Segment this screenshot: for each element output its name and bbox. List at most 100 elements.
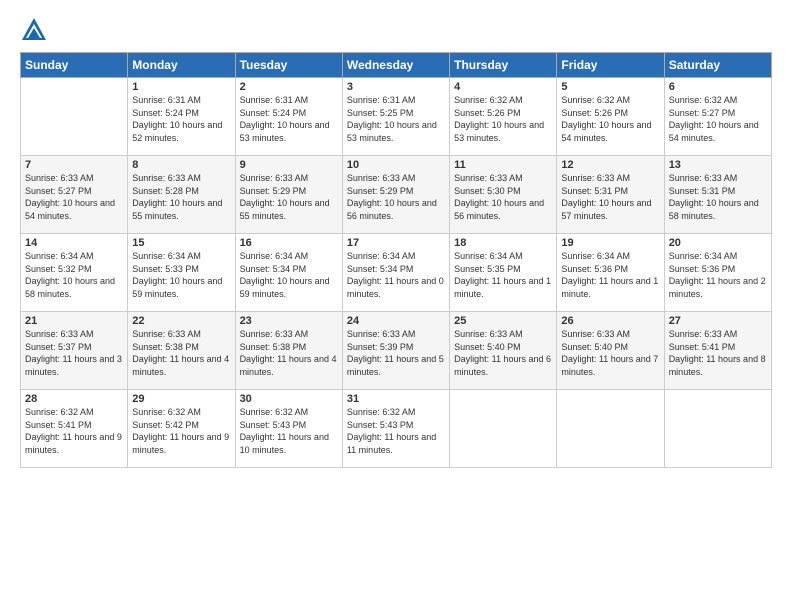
day-number: 9 <box>240 159 338 171</box>
calendar-cell: 29 Sunrise: 6:32 AMSunset: 5:42 PMDaylig… <box>128 390 235 468</box>
day-number: 26 <box>561 315 659 327</box>
day-info: Sunrise: 6:33 AMSunset: 5:40 PMDaylight:… <box>561 328 659 378</box>
day-header-sunday: Sunday <box>21 53 128 78</box>
day-info: Sunrise: 6:33 AMSunset: 5:39 PMDaylight:… <box>347 328 445 378</box>
day-info: Sunrise: 6:32 AMSunset: 5:42 PMDaylight:… <box>132 406 230 456</box>
calendar-cell: 14 Sunrise: 6:34 AMSunset: 5:32 PMDaylig… <box>21 234 128 312</box>
calendar-cell: 8 Sunrise: 6:33 AMSunset: 5:28 PMDayligh… <box>128 156 235 234</box>
calendar-cell <box>450 390 557 468</box>
day-number: 18 <box>454 237 552 249</box>
page: SundayMondayTuesdayWednesdayThursdayFrid… <box>0 0 792 478</box>
calendar-cell: 23 Sunrise: 6:33 AMSunset: 5:38 PMDaylig… <box>235 312 342 390</box>
calendar-cell: 9 Sunrise: 6:33 AMSunset: 5:29 PMDayligh… <box>235 156 342 234</box>
calendar-week-1: 1 Sunrise: 6:31 AMSunset: 5:24 PMDayligh… <box>21 78 772 156</box>
day-number: 14 <box>25 237 123 249</box>
day-info: Sunrise: 6:33 AMSunset: 5:31 PMDaylight:… <box>561 172 659 222</box>
day-info: Sunrise: 6:33 AMSunset: 5:29 PMDaylight:… <box>347 172 445 222</box>
day-number: 4 <box>454 81 552 93</box>
day-number: 7 <box>25 159 123 171</box>
day-info: Sunrise: 6:32 AMSunset: 5:26 PMDaylight:… <box>561 94 659 144</box>
calendar-cell: 24 Sunrise: 6:33 AMSunset: 5:39 PMDaylig… <box>342 312 449 390</box>
day-info: Sunrise: 6:33 AMSunset: 5:29 PMDaylight:… <box>240 172 338 222</box>
day-number: 12 <box>561 159 659 171</box>
day-header-monday: Monday <box>128 53 235 78</box>
calendar-cell: 4 Sunrise: 6:32 AMSunset: 5:26 PMDayligh… <box>450 78 557 156</box>
calendar-cell: 25 Sunrise: 6:33 AMSunset: 5:40 PMDaylig… <box>450 312 557 390</box>
day-number: 30 <box>240 393 338 405</box>
day-number: 5 <box>561 81 659 93</box>
day-info: Sunrise: 6:33 AMSunset: 5:38 PMDaylight:… <box>240 328 338 378</box>
day-info: Sunrise: 6:34 AMSunset: 5:36 PMDaylight:… <box>561 250 659 300</box>
day-number: 6 <box>669 81 767 93</box>
calendar-cell <box>664 390 771 468</box>
day-number: 20 <box>669 237 767 249</box>
calendar-cell: 30 Sunrise: 6:32 AMSunset: 5:43 PMDaylig… <box>235 390 342 468</box>
day-number: 2 <box>240 81 338 93</box>
calendar-cell: 2 Sunrise: 6:31 AMSunset: 5:24 PMDayligh… <box>235 78 342 156</box>
day-number: 21 <box>25 315 123 327</box>
calendar-cell: 16 Sunrise: 6:34 AMSunset: 5:34 PMDaylig… <box>235 234 342 312</box>
day-info: Sunrise: 6:32 AMSunset: 5:26 PMDaylight:… <box>454 94 552 144</box>
day-header-friday: Friday <box>557 53 664 78</box>
day-number: 29 <box>132 393 230 405</box>
calendar-cell: 12 Sunrise: 6:33 AMSunset: 5:31 PMDaylig… <box>557 156 664 234</box>
calendar-cell: 13 Sunrise: 6:33 AMSunset: 5:31 PMDaylig… <box>664 156 771 234</box>
day-number: 3 <box>347 81 445 93</box>
calendar-cell: 19 Sunrise: 6:34 AMSunset: 5:36 PMDaylig… <box>557 234 664 312</box>
day-number: 11 <box>454 159 552 171</box>
calendar-cell <box>557 390 664 468</box>
day-info: Sunrise: 6:34 AMSunset: 5:36 PMDaylight:… <box>669 250 767 300</box>
header <box>20 16 772 44</box>
day-info: Sunrise: 6:32 AMSunset: 5:41 PMDaylight:… <box>25 406 123 456</box>
day-number: 1 <box>132 81 230 93</box>
calendar-cell: 20 Sunrise: 6:34 AMSunset: 5:36 PMDaylig… <box>664 234 771 312</box>
calendar-cell: 7 Sunrise: 6:33 AMSunset: 5:27 PMDayligh… <box>21 156 128 234</box>
day-info: Sunrise: 6:33 AMSunset: 5:37 PMDaylight:… <box>25 328 123 378</box>
logo <box>20 16 52 44</box>
day-info: Sunrise: 6:31 AMSunset: 5:24 PMDaylight:… <box>240 94 338 144</box>
day-info: Sunrise: 6:34 AMSunset: 5:34 PMDaylight:… <box>240 250 338 300</box>
day-info: Sunrise: 6:31 AMSunset: 5:25 PMDaylight:… <box>347 94 445 144</box>
calendar-week-2: 7 Sunrise: 6:33 AMSunset: 5:27 PMDayligh… <box>21 156 772 234</box>
day-info: Sunrise: 6:34 AMSunset: 5:33 PMDaylight:… <box>132 250 230 300</box>
day-info: Sunrise: 6:32 AMSunset: 5:27 PMDaylight:… <box>669 94 767 144</box>
calendar-cell: 28 Sunrise: 6:32 AMSunset: 5:41 PMDaylig… <box>21 390 128 468</box>
calendar-cell: 18 Sunrise: 6:34 AMSunset: 5:35 PMDaylig… <box>450 234 557 312</box>
day-info: Sunrise: 6:32 AMSunset: 5:43 PMDaylight:… <box>240 406 338 456</box>
calendar-cell: 10 Sunrise: 6:33 AMSunset: 5:29 PMDaylig… <box>342 156 449 234</box>
calendar-week-4: 21 Sunrise: 6:33 AMSunset: 5:37 PMDaylig… <box>21 312 772 390</box>
day-info: Sunrise: 6:33 AMSunset: 5:41 PMDaylight:… <box>669 328 767 378</box>
calendar-header-row: SundayMondayTuesdayWednesdayThursdayFrid… <box>21 53 772 78</box>
day-info: Sunrise: 6:33 AMSunset: 5:27 PMDaylight:… <box>25 172 123 222</box>
calendar-table: SundayMondayTuesdayWednesdayThursdayFrid… <box>20 52 772 468</box>
calendar-week-5: 28 Sunrise: 6:32 AMSunset: 5:41 PMDaylig… <box>21 390 772 468</box>
calendar-cell: 6 Sunrise: 6:32 AMSunset: 5:27 PMDayligh… <box>664 78 771 156</box>
day-number: 17 <box>347 237 445 249</box>
day-number: 8 <box>132 159 230 171</box>
day-header-thursday: Thursday <box>450 53 557 78</box>
calendar-cell: 22 Sunrise: 6:33 AMSunset: 5:38 PMDaylig… <box>128 312 235 390</box>
day-number: 16 <box>240 237 338 249</box>
day-info: Sunrise: 6:31 AMSunset: 5:24 PMDaylight:… <box>132 94 230 144</box>
calendar-cell: 3 Sunrise: 6:31 AMSunset: 5:25 PMDayligh… <box>342 78 449 156</box>
day-info: Sunrise: 6:33 AMSunset: 5:31 PMDaylight:… <box>669 172 767 222</box>
calendar-cell: 27 Sunrise: 6:33 AMSunset: 5:41 PMDaylig… <box>664 312 771 390</box>
calendar-cell: 17 Sunrise: 6:34 AMSunset: 5:34 PMDaylig… <box>342 234 449 312</box>
day-number: 23 <box>240 315 338 327</box>
logo-icon <box>20 16 48 44</box>
day-info: Sunrise: 6:33 AMSunset: 5:38 PMDaylight:… <box>132 328 230 378</box>
calendar-cell: 5 Sunrise: 6:32 AMSunset: 5:26 PMDayligh… <box>557 78 664 156</box>
day-info: Sunrise: 6:32 AMSunset: 5:43 PMDaylight:… <box>347 406 445 456</box>
calendar-cell: 26 Sunrise: 6:33 AMSunset: 5:40 PMDaylig… <box>557 312 664 390</box>
day-number: 25 <box>454 315 552 327</box>
day-header-tuesday: Tuesday <box>235 53 342 78</box>
day-number: 15 <box>132 237 230 249</box>
day-info: Sunrise: 6:34 AMSunset: 5:32 PMDaylight:… <box>25 250 123 300</box>
calendar-cell: 31 Sunrise: 6:32 AMSunset: 5:43 PMDaylig… <box>342 390 449 468</box>
day-info: Sunrise: 6:33 AMSunset: 5:30 PMDaylight:… <box>454 172 552 222</box>
calendar-cell: 15 Sunrise: 6:34 AMSunset: 5:33 PMDaylig… <box>128 234 235 312</box>
calendar-week-3: 14 Sunrise: 6:34 AMSunset: 5:32 PMDaylig… <box>21 234 772 312</box>
day-info: Sunrise: 6:34 AMSunset: 5:34 PMDaylight:… <box>347 250 445 300</box>
day-number: 24 <box>347 315 445 327</box>
day-info: Sunrise: 6:33 AMSunset: 5:40 PMDaylight:… <box>454 328 552 378</box>
